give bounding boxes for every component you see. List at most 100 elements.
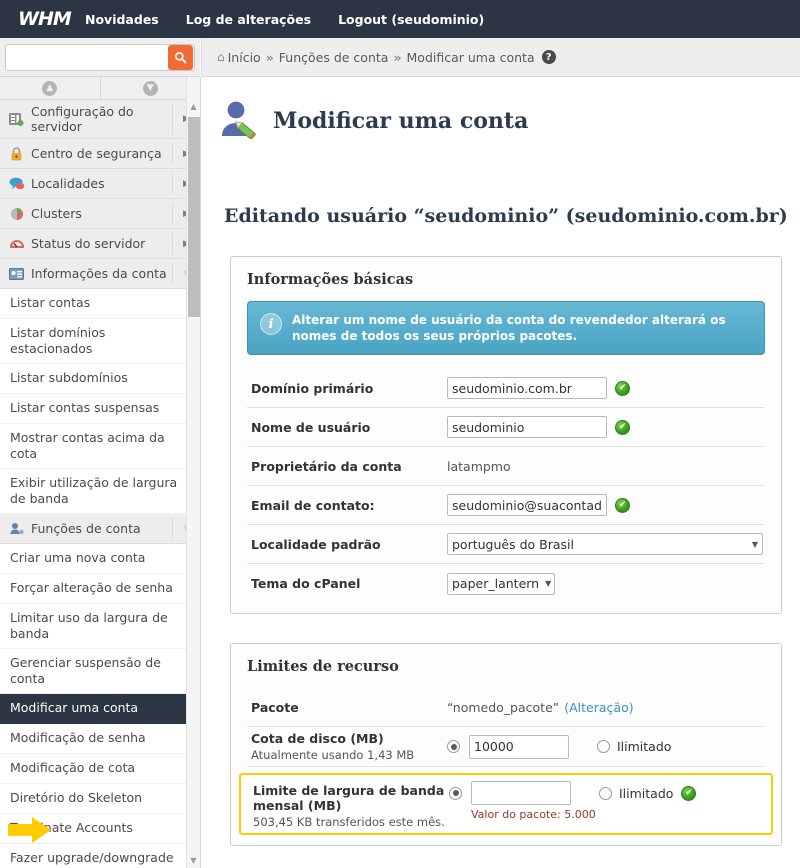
page-title: Modificar uma conta <box>273 108 529 134</box>
info-icon: i <box>260 313 282 335</box>
disk-quota-value-radio[interactable] <box>447 740 460 753</box>
disk-quota-unlimited-radio[interactable] <box>597 740 610 753</box>
package-change-link[interactable]: (Alteração) <box>564 700 633 715</box>
breadcrumb-separator-2: » <box>393 49 402 65</box>
sidebar-group-label: Informações da conta <box>31 266 167 281</box>
sidebar-group-account-functions[interactable]: Funções de conta ∨ <box>0 514 200 544</box>
sidebar-group-label: Configuração do servidor <box>31 104 134 134</box>
sidebar-item-listar-contas[interactable]: Listar contas <box>0 289 200 319</box>
sidebar-group-account-information[interactable]: Informações da conta ∨ <box>0 259 200 289</box>
primary-domain-input[interactable] <box>447 377 607 399</box>
padlock-icon <box>8 146 25 161</box>
sidebar-group-security-center[interactable]: Centro de segurança ▶ <box>0 139 200 169</box>
gauge-icon <box>8 236 25 251</box>
row-primary-domain: Domínio primário <box>247 369 765 408</box>
row-default-locale: Localidade padrão português do Brasil ▼ <box>247 525 765 564</box>
sidebar: ▲ ▼ Configuração do servidor ▶ Centro de… <box>0 77 201 868</box>
scrollbar-down-arrow-icon[interactable]: ▼ <box>187 854 200 868</box>
bandwidth-unlimited-label: Ilimitado <box>619 785 674 801</box>
sidebar-item-listar-dominios-estacionados[interactable]: Listar domínios estacionados <box>0 319 200 364</box>
whm-logo[interactable]: WHM <box>0 8 85 30</box>
sidebar-scrollbar[interactable]: ▲ ▼ <box>186 77 200 868</box>
search-icon[interactable] <box>168 44 193 70</box>
disk-quota-input[interactable] <box>469 734 569 759</box>
sidebar-item-diretorio-do-skeleton[interactable]: Diretório do Skeleton <box>0 784 200 814</box>
sidebar-item-listar-subdominios[interactable]: Listar subdomínios <box>0 364 200 394</box>
sidebar-group-server-status[interactable]: Status do servidor ▶ <box>0 229 200 259</box>
edit-user-heading: Editando usuário “seudominio” (seudomini… <box>224 205 788 227</box>
sidebar-item-forcar-alteracao-de-senha[interactable]: Forçar alteração de senha <box>0 574 200 604</box>
scrollbar-thumb[interactable] <box>188 117 200 317</box>
default-locale-label: Localidade padrão <box>251 536 381 552</box>
sidebar-search-row <box>0 38 200 77</box>
username-input[interactable] <box>447 416 607 438</box>
search-input[interactable] <box>6 44 166 70</box>
sidebar-group-label: Status do servidor <box>31 236 146 251</box>
bandwidth-unlimited-radio[interactable] <box>599 786 612 800</box>
default-locale-value: português do Brasil <box>452 536 574 552</box>
contact-email-input[interactable] <box>447 494 607 516</box>
sidebar-group-locales[interactable]: Localidades ▶ <box>0 169 200 199</box>
row-cpanel-theme: Tema do cPanel paper_lantern ▼ <box>247 564 765 603</box>
bandwidth-package-value-note: Valor do pacote: 5.000 <box>471 808 596 821</box>
row-contact-email: Email de contato: <box>247 486 765 525</box>
chevron-down-icon: ▼ <box>751 539 758 549</box>
sidebar-group-label: Centro de segurança <box>31 146 162 161</box>
search-box[interactable] <box>5 43 195 71</box>
info-banner: i Alterar um nome de usuário da conta do… <box>247 301 765 355</box>
sidebar-nav-list: Configuração do servidor ▶ Centro de seg… <box>0 100 200 868</box>
topnav-link-logout[interactable]: Logout (seudominio) <box>338 12 484 27</box>
sidebar-item-limitar-uso-largura-banda[interactable]: Limitar uso da largura de banda <box>0 604 200 649</box>
row-account-owner: Proprietário da conta latampmo <box>247 447 765 486</box>
bandwidth-input[interactable] <box>471 781 571 805</box>
cpanel-theme-value: paper_lantern <box>452 576 540 591</box>
clusters-icon <box>8 206 25 221</box>
sidebar-item-criar-uma-nova-conta[interactable]: Criar uma nova conta <box>0 544 200 574</box>
default-locale-select[interactable]: português do Brasil ▼ <box>447 533 763 555</box>
sidebar-item-listar-contas-suspensas[interactable]: Listar contas suspensas <box>0 394 200 424</box>
breadcrumb-separator: » <box>265 49 274 65</box>
topnav-link-novidades[interactable]: Novidades <box>85 12 159 27</box>
bandwidth-limit-label-text: Limite de largura de banda mensal (MB) <box>253 783 445 813</box>
account-owner-label: Proprietário da conta <box>251 458 402 474</box>
valid-check-icon <box>681 785 697 801</box>
contact-email-label: Email de contato: <box>251 497 375 513</box>
sidebar-collapse-controls: ▲ ▼ <box>0 77 200 100</box>
sidebar-item-modificar-uma-conta[interactable]: Modificar uma conta <box>0 694 200 724</box>
sidebar-scroll-up-button[interactable]: ▲ <box>0 77 101 99</box>
valid-check-icon <box>615 419 630 435</box>
sidebar-item-gerenciar-suspensao-de-conta[interactable]: Gerenciar suspensão de conta <box>0 649 200 694</box>
scrollbar-up-arrow-icon[interactable]: ▲ <box>187 100 200 114</box>
disk-quota-label: Cota de disco (MB) Atualmente usando 1,4… <box>247 731 447 762</box>
resource-limits-panel: Limites de recurso Pacote “nomedo_pacote… <box>230 643 782 846</box>
sidebar-item-modificacao-de-senha[interactable]: Modificação de senha <box>0 724 200 754</box>
main-content: Modificar uma conta Editando usuário “se… <box>201 77 800 868</box>
username-label: Nome de usuário <box>251 419 371 435</box>
breadcrumb-section[interactable]: Funções de conta <box>279 50 389 65</box>
home-icon: ⌂ <box>217 50 225 64</box>
disk-quota-usage: Atualmente usando 1,43 MB <box>251 748 415 762</box>
topnav-link-changelog[interactable]: Log de alterações <box>186 12 311 27</box>
chevron-up-icon: ▲ <box>42 80 58 96</box>
cpanel-theme-select[interactable]: paper_lantern ▼ <box>447 572 555 595</box>
basic-information-title: Informações básicas <box>247 271 414 288</box>
sidebar-item-mostrar-contas-acima-da-cota[interactable]: Mostrar contas acima da cota <box>0 424 200 469</box>
sidebar-item-modificacao-de-cota[interactable]: Modificação de cota <box>0 754 200 784</box>
row-disk-quota: Cota de disco (MB) Atualmente usando 1,4… <box>247 727 765 767</box>
page-header: Modificar uma conta <box>201 77 800 143</box>
sidebar-group-label: Clusters <box>31 206 82 221</box>
sidebar-group-server-config[interactable]: Configuração do servidor ▶ <box>0 100 200 139</box>
sidebar-item-fazer-upgrade-downgrade[interactable]: Fazer upgrade/downgrade de uma conta <box>0 844 200 868</box>
speech-bubbles-icon <box>8 176 25 191</box>
sidebar-group-label: Localidades <box>31 176 105 191</box>
basic-information-panel: Informações básicas i Alterar um nome de… <box>230 256 782 614</box>
user-functions-icon <box>8 521 25 536</box>
account-owner-value: latampmo <box>447 458 511 474</box>
bandwidth-value-radio[interactable] <box>449 786 462 800</box>
breadcrumb: ⌂ Início » Funções de conta » Modificar … <box>201 38 800 77</box>
help-icon[interactable]: ? <box>541 50 556 64</box>
breadcrumb-home[interactable]: Início <box>228 50 261 65</box>
sidebar-item-exibir-utilizacao-largura-banda[interactable]: Exibir utilização de largura de banda <box>0 469 200 514</box>
row-username: Nome de usuário <box>247 408 765 447</box>
sidebar-group-clusters[interactable]: Clusters ▶ <box>0 199 200 229</box>
